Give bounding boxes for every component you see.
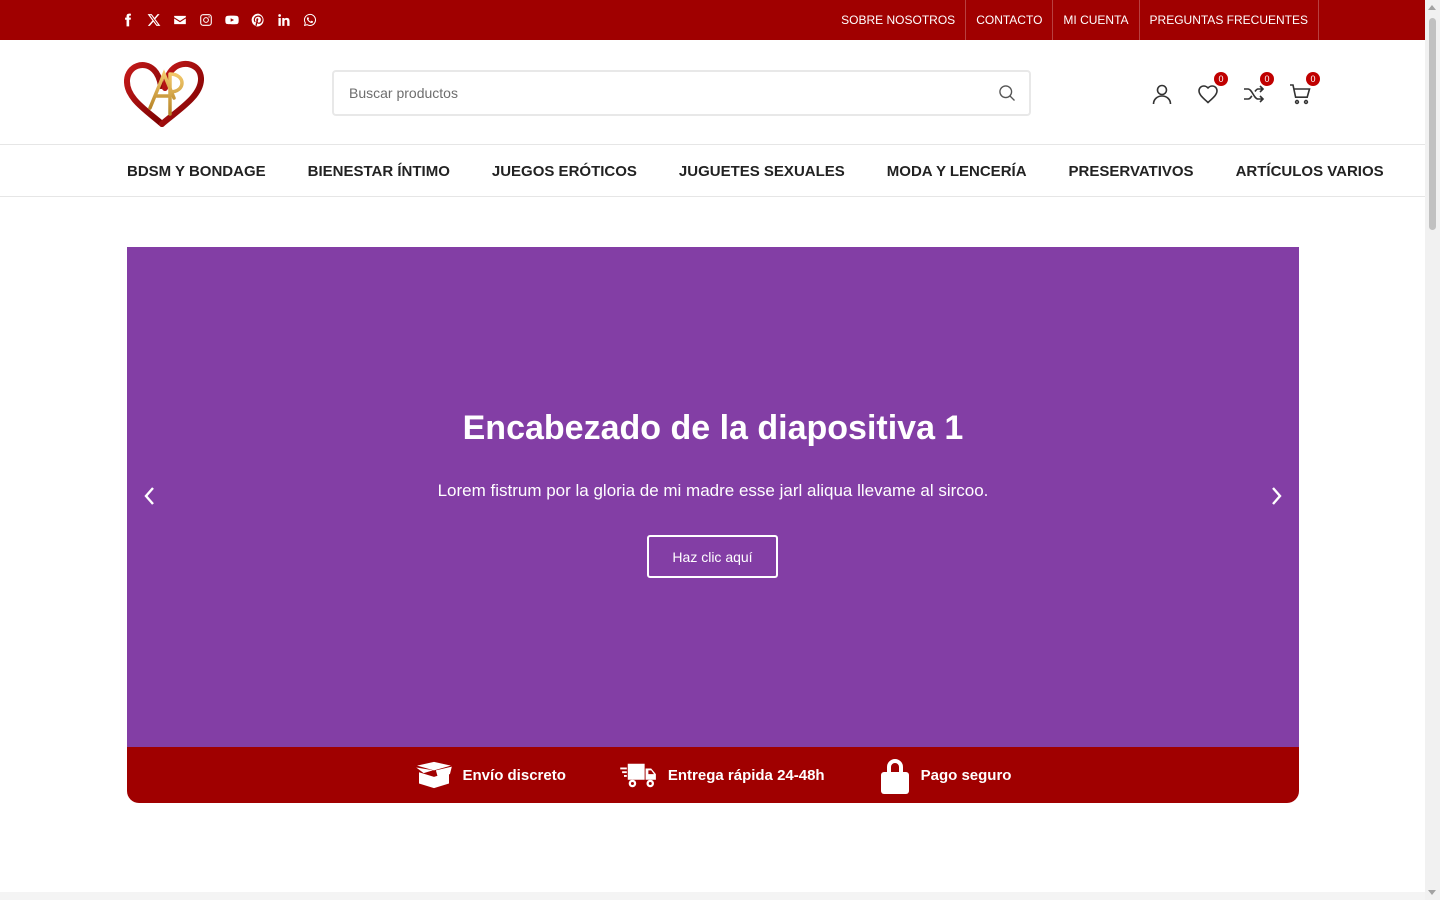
top-link-preguntas-frecuentes[interactable]: PREGUNTAS FRECUENTES (1140, 0, 1319, 40)
feature-fast-delivery: Entrega rápida 24-48h (620, 760, 825, 790)
instagram-icon[interactable] (198, 12, 214, 28)
lock-icon (880, 759, 909, 794)
compare-icon[interactable]: 0 (1240, 72, 1274, 108)
site-logo[interactable] (124, 58, 204, 128)
delivery-truck-icon (620, 763, 656, 788)
nav-item-juegos-eroticos[interactable]: JUEGOS ERÓTICOS (492, 163, 637, 180)
nav-item-bienestar-intimo[interactable]: BIENESTAR ÍNTIMO (308, 163, 450, 180)
youtube-icon[interactable] (224, 12, 240, 28)
social-links (120, 0, 318, 40)
hero-slider: Encabezado de la diapositiva 1 Lorem fis… (127, 247, 1299, 747)
compare-count-badge: 0 (1260, 72, 1274, 86)
cart-count-badge: 0 (1306, 72, 1320, 86)
scroll-down-icon[interactable] (1428, 890, 1436, 895)
top-links: SOBRE NOSOTROS CONTACTO MI CUENTA PREGUN… (841, 0, 1319, 40)
facebook-icon[interactable] (120, 12, 136, 28)
wishlist-icon[interactable]: 0 (1194, 72, 1228, 108)
email-icon[interactable] (172, 12, 188, 28)
page-bottom-strip (0, 892, 1425, 900)
slider-next-arrow-icon[interactable] (1265, 483, 1289, 509)
search-icon[interactable] (985, 72, 1029, 114)
nav-item-articulos-varios[interactable]: ARTÍCULOS VARIOS (1236, 163, 1384, 180)
nav-item-juguetes-sexuales[interactable]: JUGUETES SEXUALES (679, 163, 845, 180)
linkedin-icon[interactable] (276, 12, 292, 28)
slide-text: Lorem fistrum por la gloria de mi madre … (437, 481, 989, 500)
feature-label: Pago seguro (920, 766, 1012, 784)
page-scrollbar[interactable] (1425, 0, 1440, 900)
header-actions: 0 0 0 (1148, 72, 1320, 110)
slide-cta-button[interactable]: Haz clic aquí (647, 535, 778, 578)
top-bar: SOBRE NOSOTROS CONTACTO MI CUENTA PREGUN… (0, 0, 1425, 40)
scroll-up-icon[interactable] (1428, 5, 1436, 10)
nav-item-bdsm-bondage[interactable]: BDSM Y BONDAGE (127, 163, 266, 180)
feature-discreet-shipping: Envío discreto (415, 760, 566, 790)
scrollbar-thumb[interactable] (1429, 18, 1436, 230)
box-icon (415, 761, 452, 789)
top-link-mi-cuenta[interactable]: MI CUENTA (1053, 0, 1140, 40)
nav-item-preservativos[interactable]: PRESERVATIVOS (1069, 163, 1194, 180)
top-link-contacto[interactable]: CONTACTO (966, 0, 1054, 40)
search-bar (332, 70, 1031, 116)
features-bar: Envío discreto Entrega rápida 24-48h Pag… (127, 747, 1299, 803)
cart-icon[interactable]: 0 (1286, 72, 1320, 108)
top-link-sobre-nosotros[interactable]: SOBRE NOSOTROS (841, 0, 967, 40)
slide-heading: Encabezado de la diapositiva 1 (462, 409, 964, 447)
wishlist-count-badge: 0 (1214, 72, 1228, 86)
whatsapp-icon[interactable] (302, 12, 318, 28)
main-navigation: BDSM Y BONDAGE BIENESTAR ÍNTIMO JUEGOS E… (0, 145, 1425, 197)
search-input[interactable] (334, 72, 985, 114)
nav-item-moda-lenceria[interactable]: MODA Y LENCERÍA (887, 163, 1027, 180)
x-icon[interactable] (146, 12, 162, 28)
pinterest-icon[interactable] (250, 12, 266, 28)
feature-label: Entrega rápida 24-48h (667, 766, 825, 784)
account-icon[interactable] (1148, 80, 1176, 108)
site-header: 0 0 0 (0, 40, 1425, 145)
feature-label: Envío discreto (462, 766, 566, 784)
feature-secure-payment: Pago seguro (879, 755, 1012, 795)
